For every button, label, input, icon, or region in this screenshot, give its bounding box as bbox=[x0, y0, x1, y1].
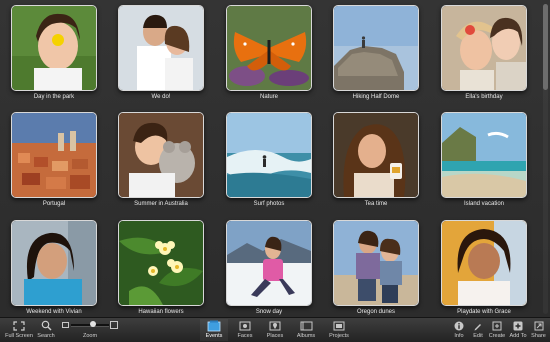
pencil-icon bbox=[469, 319, 487, 332]
event-we-do[interactable]: We do! bbox=[118, 5, 204, 100]
event-snow-day[interactable]: Snow day bbox=[226, 220, 312, 315]
vertical-scrollbar[interactable] bbox=[543, 4, 548, 314]
zoom-slider[interactable] bbox=[60, 319, 120, 332]
event-portugal[interactable]: Portugal bbox=[11, 112, 97, 207]
projects-icon bbox=[324, 319, 354, 332]
event-thumbnail[interactable] bbox=[118, 5, 204, 91]
event-surf-photos[interactable]: Surf photos bbox=[226, 112, 312, 207]
full-screen-icon bbox=[4, 319, 34, 332]
event-thumbnail[interactable] bbox=[333, 5, 419, 91]
zoom-control: Zoom bbox=[60, 319, 120, 341]
event-title: Island vacation bbox=[463, 201, 505, 207]
faces-tab[interactable]: Faces bbox=[232, 319, 258, 341]
projects-tab[interactable]: Projects bbox=[324, 319, 354, 341]
event-thumbnail[interactable] bbox=[11, 112, 97, 198]
create-label: Create bbox=[488, 333, 506, 339]
create-button[interactable]: Create bbox=[487, 319, 507, 341]
info-button[interactable]: Info bbox=[450, 319, 468, 341]
event-thumbnail[interactable] bbox=[11, 5, 97, 91]
zoom-small-icon bbox=[62, 322, 69, 328]
full-screen-button[interactable]: Full Screen bbox=[4, 319, 34, 341]
event-island-vacation[interactable]: Island vacation bbox=[441, 112, 527, 207]
zoom-large-icon bbox=[110, 321, 118, 329]
event-title: Surf photos bbox=[253, 201, 285, 207]
search-button[interactable]: Search bbox=[34, 319, 58, 341]
share-button[interactable]: Share bbox=[529, 319, 548, 341]
event-title: Portugal bbox=[42, 201, 66, 207]
search-icon bbox=[34, 319, 58, 332]
event-thumbnail[interactable] bbox=[441, 5, 527, 91]
event-tea-time[interactable]: Tea time bbox=[333, 112, 419, 207]
bottom-toolbar: Full Screen Search Zoom Events Faces Pla… bbox=[0, 317, 550, 342]
event-thumbnail[interactable] bbox=[226, 220, 312, 306]
event-title: Snow day bbox=[255, 309, 283, 315]
event-title: Hawaiian flowers bbox=[138, 309, 184, 315]
event-title: Weekend with Vivian bbox=[26, 309, 82, 315]
add-to-button[interactable]: Add To bbox=[507, 319, 529, 341]
event-oregon-dunes[interactable]: Oregon dunes bbox=[333, 220, 419, 315]
info-icon bbox=[450, 319, 468, 332]
albums-icon bbox=[292, 319, 320, 332]
event-day-in-the-park[interactable]: Day in the park bbox=[11, 5, 97, 100]
event-hiking-half-dome[interactable]: Hiking Half Dome bbox=[333, 5, 419, 100]
event-title: We do! bbox=[151, 94, 171, 100]
zoom-label: Zoom bbox=[82, 333, 98, 339]
event-summer-in-australia[interactable]: Summer in Australia bbox=[118, 112, 204, 207]
event-title: Hiking Half Dome bbox=[352, 94, 400, 100]
event-thumbnail[interactable] bbox=[118, 112, 204, 198]
iphoto-window: Day in the park We do! Nature Hiking Hal… bbox=[0, 0, 550, 342]
add-to-label: Add To bbox=[509, 333, 527, 339]
event-title: Playdate with Grace bbox=[457, 309, 511, 315]
full-screen-label: Full Screen bbox=[5, 333, 33, 339]
info-label: Info bbox=[454, 333, 464, 339]
event-thumbnail[interactable] bbox=[441, 220, 527, 306]
places-tab[interactable]: Places bbox=[262, 319, 288, 341]
event-title: Day in the park bbox=[33, 94, 75, 100]
event-ellas-birthday[interactable]: Ella's birthday bbox=[441, 5, 527, 100]
faces-icon bbox=[232, 319, 258, 332]
event-thumbnail[interactable] bbox=[333, 112, 419, 198]
plus-icon bbox=[507, 319, 529, 332]
events-tab[interactable]: Events bbox=[200, 319, 228, 341]
event-thumbnail[interactable] bbox=[226, 112, 312, 198]
event-title: Ella's birthday bbox=[465, 94, 503, 100]
places-icon bbox=[262, 319, 288, 332]
event-thumbnail[interactable] bbox=[11, 220, 97, 306]
projects-label: Projects bbox=[329, 333, 349, 339]
event-nature[interactable]: Nature bbox=[226, 5, 312, 100]
events-label: Events bbox=[205, 333, 223, 339]
event-title: Tea time bbox=[364, 201, 388, 207]
share-icon bbox=[529, 319, 548, 332]
event-thumbnail[interactable] bbox=[441, 112, 527, 198]
share-label: Share bbox=[531, 333, 546, 339]
places-label: Places bbox=[266, 333, 284, 339]
faces-label: Faces bbox=[237, 333, 253, 339]
event-playdate-with-grace[interactable]: Playdate with Grace bbox=[441, 220, 527, 315]
events-grid: Day in the park We do! Nature Hiking Hal… bbox=[0, 0, 540, 318]
event-thumbnail[interactable] bbox=[226, 5, 312, 91]
albums-tab[interactable]: Albums bbox=[292, 319, 320, 341]
events-icon bbox=[200, 319, 228, 332]
edit-button[interactable]: Edit bbox=[469, 319, 487, 341]
event-thumbnail[interactable] bbox=[333, 220, 419, 306]
event-weekend-with-vivian[interactable]: Weekend with Vivian bbox=[11, 220, 97, 315]
event-title: Summer in Australia bbox=[134, 201, 188, 207]
scrollbar-thumb[interactable] bbox=[543, 4, 548, 90]
event-thumbnail[interactable] bbox=[118, 220, 204, 306]
event-title: Oregon dunes bbox=[356, 309, 396, 315]
search-label: Search bbox=[37, 333, 55, 339]
event-title: Nature bbox=[259, 94, 278, 100]
edit-label: Edit bbox=[473, 333, 483, 339]
create-icon bbox=[487, 319, 507, 332]
event-hawaiian-flowers[interactable]: Hawaiian flowers bbox=[118, 220, 204, 315]
albums-label: Albums bbox=[296, 333, 316, 339]
